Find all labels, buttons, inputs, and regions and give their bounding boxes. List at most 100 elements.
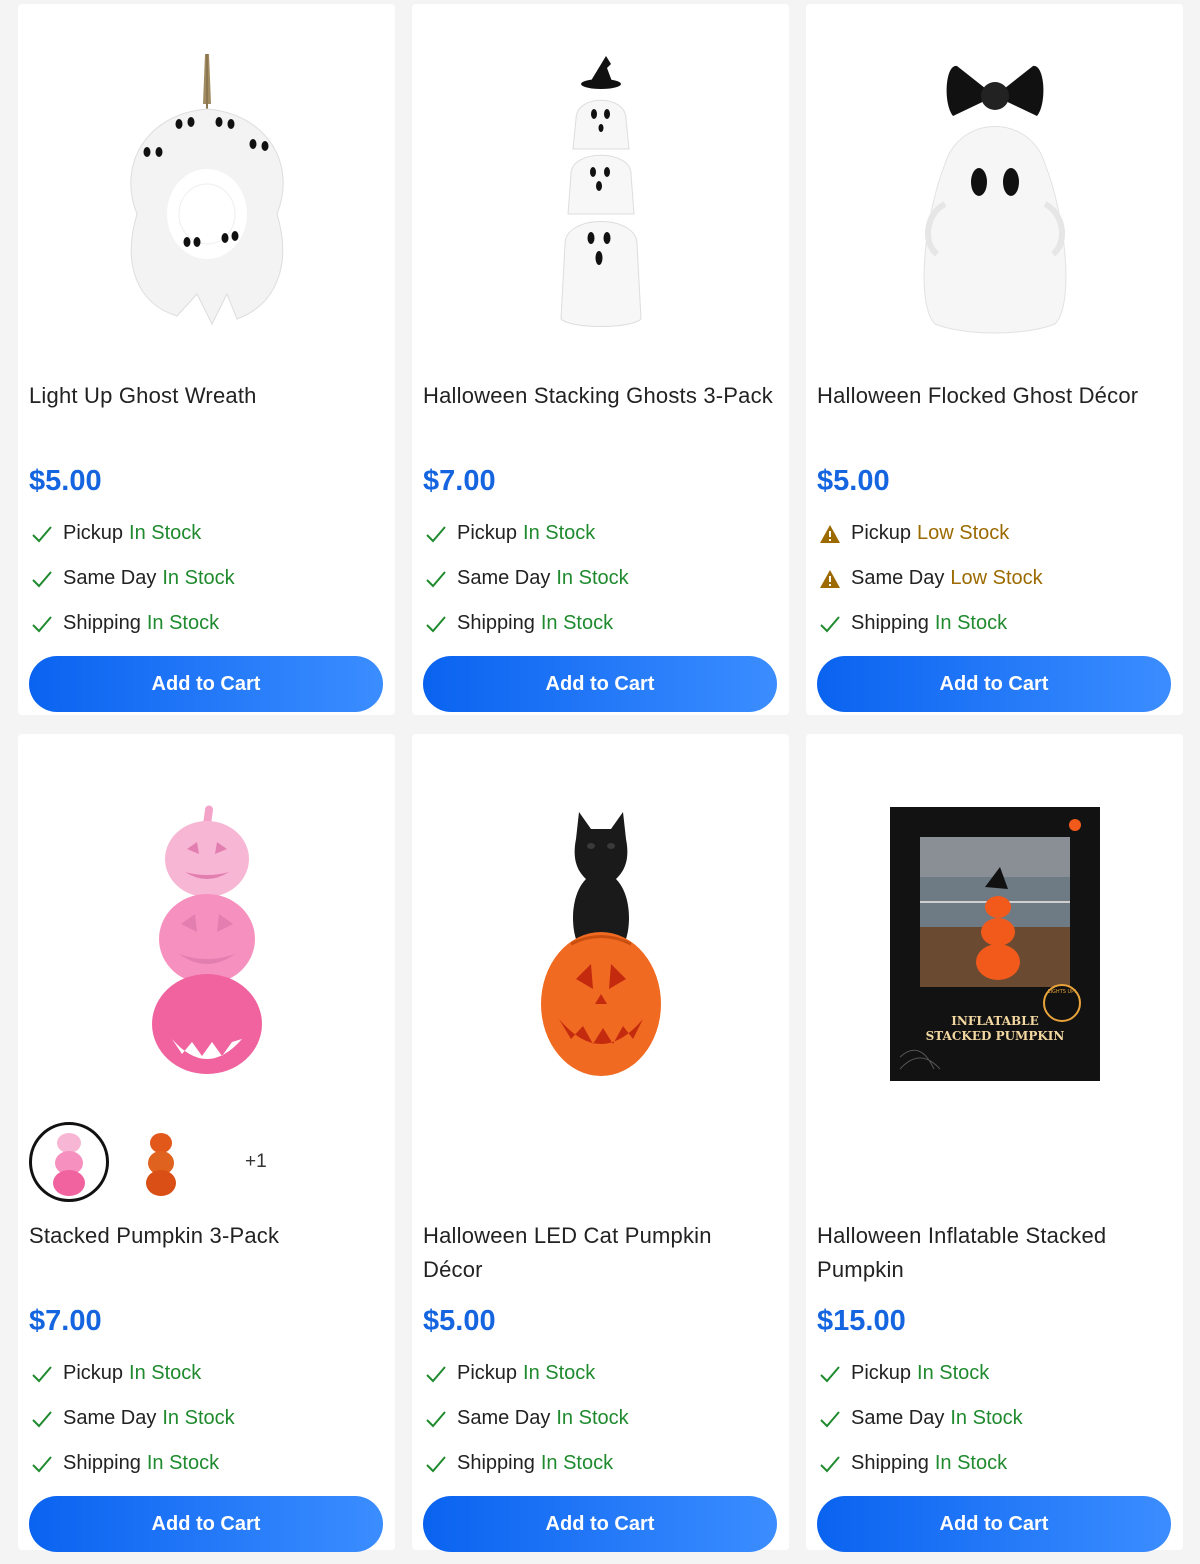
check-icon	[29, 521, 55, 547]
check-icon	[423, 521, 449, 547]
product-card[interactable]: Halloween Flocked Ghost Décor $5.00 Pick…	[806, 4, 1183, 715]
ghost-wreath-image[interactable]	[18, 34, 395, 354]
availability-shipping: Shipping In Stock	[423, 601, 777, 646]
color-swatches: +1	[29, 1122, 267, 1202]
availability-label: Shipping	[63, 1452, 141, 1474]
availability-shipping: Shipping In Stock	[423, 1441, 777, 1486]
product-title[interactable]: Light Up Ghost Wreath	[29, 379, 383, 447]
inflatable-pumpkin-box-image[interactable]: LIGHTS UP! INFLATABLE STACKED PUMPKIN	[806, 774, 1183, 1114]
availability-same-day: Same Day In Stock	[423, 556, 777, 601]
box-title-line1: INFLATABLE	[951, 1014, 1039, 1028]
availability-pickup: Pickup In Stock	[817, 1351, 1171, 1396]
add-to-cart-button[interactable]: Add to Cart	[29, 656, 383, 712]
availability-label: Same Day	[457, 1407, 551, 1429]
availability-status: In Stock	[540, 612, 614, 634]
availability-status: In Stock	[162, 1407, 235, 1429]
product-card[interactable]: +1 Stacked Pumpkin 3-Pack $7.00 Pickup I…	[18, 734, 395, 1552]
availability-label: Shipping	[851, 612, 929, 634]
availability-label: Shipping	[457, 1452, 535, 1474]
availability-label: Pickup	[457, 522, 518, 544]
availability-pickup: Pickup In Stock	[423, 1351, 777, 1396]
add-to-cart-button[interactable]: Add to Cart	[423, 1496, 777, 1552]
flocked-ghost-image[interactable]	[806, 34, 1183, 354]
product-title[interactable]: Stacked Pumpkin 3-Pack	[29, 1219, 383, 1287]
availability-label: Shipping	[851, 1452, 929, 1474]
check-icon	[423, 566, 449, 592]
availability-same-day: Same Day In Stock	[29, 1396, 383, 1441]
availability-status: In Stock	[129, 1362, 202, 1384]
availability-label: Shipping	[457, 612, 535, 634]
check-icon	[817, 611, 843, 637]
stacking-ghosts-image[interactable]	[412, 34, 789, 354]
product-price: $7.00	[423, 465, 496, 497]
check-icon	[817, 1361, 843, 1387]
availability-same-day: Same Day In Stock	[29, 556, 383, 601]
availability-pickup: Pickup In Stock	[29, 511, 383, 556]
product-card[interactable]: Light Up Ghost Wreath $5.00 Pickup In St…	[18, 4, 395, 715]
add-to-cart-button[interactable]: Add to Cart	[817, 1496, 1171, 1552]
product-card[interactable]: Halloween LED Cat Pumpkin Décor $5.00 Pi…	[412, 734, 789, 1552]
availability-status: In Stock	[934, 612, 1008, 634]
product-title[interactable]: Halloween Inflatable Stacked Pumpkin	[817, 1219, 1171, 1287]
check-icon	[423, 1361, 449, 1387]
product-title[interactable]: Halloween LED Cat Pumpkin Décor	[423, 1219, 777, 1287]
check-icon	[817, 1451, 843, 1477]
product-price: $15.00	[817, 1305, 906, 1337]
availability-pickup: Pickup In Stock	[423, 511, 777, 556]
pink-stacked-pumpkin-image[interactable]	[18, 774, 395, 1114]
availability-label: Pickup	[63, 522, 124, 544]
availability-label: Pickup	[851, 522, 912, 544]
availability-shipping: Shipping In Stock	[817, 1441, 1171, 1486]
availability-label: Pickup	[851, 1362, 912, 1384]
availability-same-day: Same Day In Stock	[423, 1396, 777, 1441]
availability-status: Low Stock	[950, 567, 1043, 589]
product-price: $5.00	[29, 465, 102, 497]
check-icon	[29, 1451, 55, 1477]
availability-label: Same Day	[457, 567, 551, 589]
check-icon	[29, 1406, 55, 1432]
box-title-line2: STACKED PUMPKIN	[925, 1029, 1064, 1043]
availability-list: Pickup In Stock Same Day In Stock Shippi…	[423, 1351, 777, 1486]
cat-pumpkin-image[interactable]	[412, 774, 789, 1114]
availability-list: Pickup In Stock Same Day In Stock Shippi…	[29, 1351, 383, 1486]
availability-status: In Stock	[540, 1452, 614, 1474]
availability-pickup: Pickup In Stock	[29, 1351, 383, 1396]
availability-label: Pickup	[457, 1362, 518, 1384]
availability-status: In Stock	[523, 522, 596, 544]
availability-shipping: Shipping In Stock	[29, 601, 383, 646]
swatch-orange[interactable]	[121, 1122, 201, 1202]
availability-list: Pickup Low Stock Same Day Low Stock Ship…	[817, 511, 1171, 646]
availability-label: Same Day	[851, 567, 945, 589]
availability-status: In Stock	[950, 1407, 1023, 1429]
availability-status: In Stock	[162, 567, 235, 589]
product-card[interactable]: Halloween Stacking Ghosts 3-Pack $7.00 P…	[412, 4, 789, 715]
availability-list: Pickup In Stock Same Day In Stock Shippi…	[817, 1351, 1171, 1486]
add-to-cart-button[interactable]: Add to Cart	[423, 656, 777, 712]
check-icon	[423, 1451, 449, 1477]
availability-label: Same Day	[63, 1407, 157, 1429]
warning-icon	[817, 566, 843, 592]
swatch-pink[interactable]	[29, 1122, 109, 1202]
check-icon	[423, 1406, 449, 1432]
availability-same-day: Same Day Low Stock	[817, 556, 1171, 601]
add-to-cart-button[interactable]: Add to Cart	[817, 656, 1171, 712]
availability-label: Same Day	[851, 1407, 945, 1429]
product-title[interactable]: Halloween Flocked Ghost Décor	[817, 379, 1171, 447]
availability-list: Pickup In Stock Same Day In Stock Shippi…	[29, 511, 383, 646]
availability-label: Shipping	[63, 612, 141, 634]
product-title[interactable]: Halloween Stacking Ghosts 3-Pack	[423, 379, 777, 447]
availability-pickup: Pickup Low Stock	[817, 511, 1171, 556]
availability-status: In Stock	[556, 567, 629, 589]
product-price: $5.00	[423, 1305, 496, 1337]
availability-status: In Stock	[129, 522, 202, 544]
product-card[interactable]: LIGHTS UP! INFLATABLE STACKED PUMPKIN Ha…	[806, 734, 1183, 1552]
more-swatches-count[interactable]: +1	[245, 1151, 267, 1173]
availability-status: Low Stock	[917, 522, 1010, 544]
availability-status: In Stock	[523, 1362, 596, 1384]
warning-icon	[817, 521, 843, 547]
availability-shipping: Shipping In Stock	[29, 1441, 383, 1486]
availability-status: In Stock	[146, 1452, 220, 1474]
availability-status: In Stock	[934, 1452, 1008, 1474]
add-to-cart-button[interactable]: Add to Cart	[29, 1496, 383, 1552]
product-price: $7.00	[29, 1305, 102, 1337]
